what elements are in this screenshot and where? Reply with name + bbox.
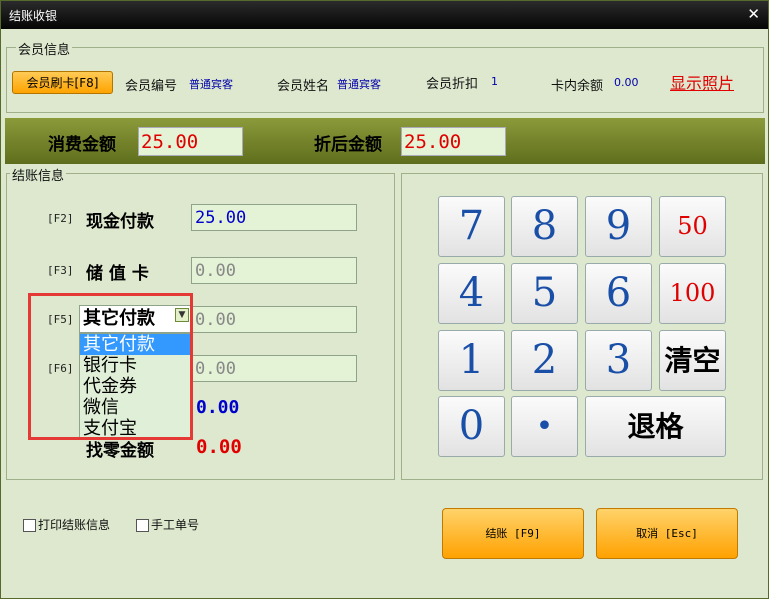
- paid-amount-value: 0.00: [196, 397, 240, 418]
- key-8[interactable]: 8: [511, 196, 578, 257]
- key-100[interactable]: 100: [659, 263, 726, 324]
- manual-number-label: 手工单号: [151, 518, 200, 532]
- change-amount-value: 0.00: [196, 436, 242, 458]
- member-info-group-label: 会员信息: [16, 39, 73, 58]
- after-discount-label: 折后金额: [314, 135, 382, 155]
- key-6[interactable]: 6: [585, 263, 652, 324]
- member-discount-label: 会员折扣: [426, 77, 479, 92]
- key-3[interactable]: 3: [585, 330, 652, 391]
- key-dot[interactable]: •: [511, 396, 578, 457]
- title-bar[interactable]: 结账收银 ✕: [1, 1, 768, 29]
- member-discount-value: 1: [491, 75, 498, 88]
- member-name-value: 普通宾客: [337, 78, 381, 91]
- key-2[interactable]: 2: [511, 330, 578, 391]
- checkbox-icon[interactable]: [136, 519, 149, 532]
- backspace-key[interactable]: 退格: [585, 396, 726, 457]
- key-9[interactable]: 9: [585, 196, 652, 257]
- f2-hint: [F2]: [47, 212, 74, 225]
- key-4[interactable]: 4: [438, 263, 505, 324]
- member-swipe-button[interactable]: 会员刷卡[F8]: [12, 71, 113, 94]
- highlight-frame: [28, 293, 193, 440]
- f3-hint: [F3]: [47, 264, 74, 277]
- member-name-label: 会员姓名: [277, 79, 330, 94]
- show-photo-link[interactable]: 显示照片: [670, 70, 734, 94]
- member-number-value: 普通宾客: [189, 78, 233, 91]
- cash-payment-input[interactable]: 25.00: [191, 204, 357, 231]
- close-icon[interactable]: ✕: [747, 5, 760, 23]
- cash-payment-label: 现金付款: [86, 212, 154, 232]
- cancel-button[interactable]: 取消 [Esc]: [596, 508, 738, 559]
- key-5[interactable]: 5: [511, 263, 578, 324]
- other-payment-input[interactable]: 0.00: [191, 306, 357, 333]
- window-title: 结账收银: [9, 9, 58, 23]
- clear-key[interactable]: 清空: [659, 330, 726, 391]
- manual-number-checkbox[interactable]: 手工单号: [136, 516, 199, 533]
- member-number-label: 会员编号: [125, 79, 178, 94]
- key-0[interactable]: 0: [438, 396, 505, 457]
- card-balance-value: 0.00: [614, 76, 639, 89]
- card-balance-label: 卡内余额: [551, 79, 604, 94]
- stored-card-label: 储 值 卡: [86, 264, 149, 284]
- amount-band: 消费金额 25.00 折后金额 25.00: [5, 118, 765, 164]
- checkbox-icon[interactable]: [23, 519, 36, 532]
- f6-payment-input[interactable]: 0.00: [191, 355, 357, 382]
- key-50[interactable]: 50: [659, 196, 726, 257]
- print-checkout-label: 打印结账信息: [38, 518, 111, 532]
- key-7[interactable]: 7: [438, 196, 505, 257]
- consume-amount-label: 消费金额: [48, 135, 116, 155]
- checkout-button[interactable]: 结账 [F9]: [442, 508, 584, 559]
- checkout-dialog: 结账收银 ✕ 会员信息 会员刷卡[F8] 会员编号 普通宾客 会员姓名 普通宾客…: [0, 0, 769, 599]
- checkout-info-group-label: 结账信息: [10, 165, 67, 184]
- stored-card-input[interactable]: 0.00: [191, 257, 357, 284]
- member-info-group: [6, 47, 764, 113]
- after-discount-field: 25.00: [401, 127, 506, 156]
- key-1[interactable]: 1: [438, 330, 505, 391]
- consume-amount-field: 25.00: [138, 127, 243, 156]
- print-checkout-checkbox[interactable]: 打印结账信息: [23, 516, 110, 533]
